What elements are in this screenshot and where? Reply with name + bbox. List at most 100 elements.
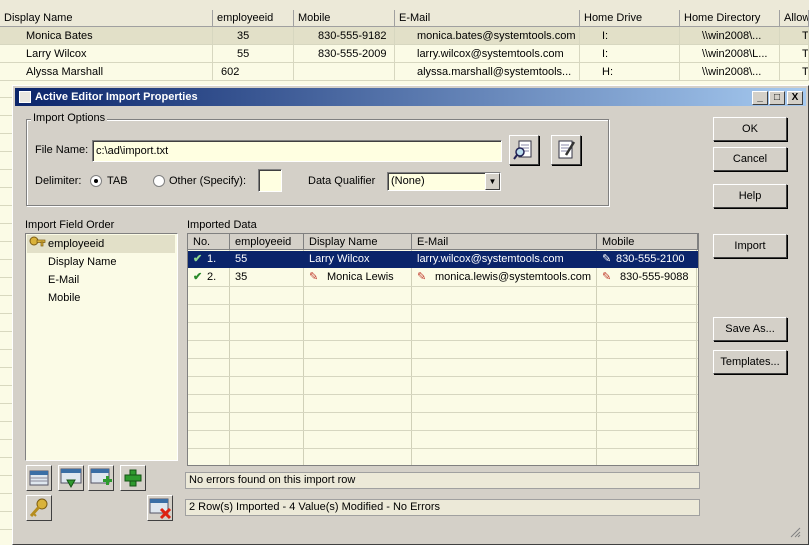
bg-table-row[interactable]: Larry Wilcox 55 830-555-2009 larry.wilco…	[0, 45, 809, 63]
tab-radio[interactable]	[90, 175, 102, 187]
grid-row-line	[188, 448, 698, 449]
edit-file-icon	[558, 140, 576, 159]
bg-col-home-drive[interactable]: Home Drive	[580, 10, 680, 27]
col-header-mobile[interactable]: Mobile	[597, 234, 698, 250]
save-as-button[interactable]: Save As...	[713, 317, 787, 341]
grid-row-line	[188, 412, 698, 413]
grid-row-line	[188, 304, 698, 305]
edit-file-button[interactable]	[551, 135, 581, 165]
bg-cell: H:	[580, 63, 680, 81]
grid-row-line	[188, 322, 698, 323]
grid-insert-icon	[90, 468, 112, 485]
bg-col-mobile[interactable]: Mobile	[294, 10, 395, 27]
maximize-icon[interactable]: □	[769, 91, 785, 105]
insert-field-button[interactable]	[88, 465, 114, 491]
grid-move-down-icon	[60, 468, 82, 489]
pencil-icon: ✎	[417, 271, 427, 283]
bg-cell: larry.wilcox@systemtools.com	[395, 45, 580, 63]
bg-cell: \\win2008\L...	[680, 45, 780, 63]
import-button[interactable]: Import	[713, 234, 787, 258]
bg-cell: Larry Wilcox	[22, 45, 213, 63]
chevron-down-icon[interactable]: ▼	[485, 173, 500, 190]
grid-row-line	[188, 394, 698, 395]
cell-mobile[interactable]: 830-555-2100	[611, 250, 697, 268]
grid-top-icon	[29, 470, 49, 486]
dialog-title: Active Editor Import Properties	[35, 91, 198, 103]
bg-table-row[interactable]: Alyssa Marshall 602 alyssa.marshall@syst…	[0, 63, 809, 81]
bg-col-email[interactable]: E-Mail	[395, 10, 580, 27]
import-properties-dialog: Active Editor Import Properties _ □ X Im…	[12, 85, 809, 545]
col-header-email[interactable]: E-Mail	[412, 234, 597, 250]
field-order-item[interactable]: E-Mail	[48, 271, 79, 289]
bg-table-row[interactable]: Monica Bates 35 830-555-9182 monica.bate…	[0, 27, 809, 45]
other-radio[interactable]	[153, 175, 165, 187]
field-order-item[interactable]: employeeid	[48, 235, 104, 253]
browse-file-button[interactable]	[509, 135, 539, 165]
ok-button[interactable]: OK	[713, 117, 787, 141]
data-qualifier-select[interactable]: (None) ▼	[387, 172, 501, 191]
bg-cell: 55	[213, 45, 294, 63]
grid-row-line	[188, 286, 698, 287]
close-icon[interactable]: X	[787, 91, 803, 105]
file-name-field[interactable]: c:\ad\import.txt	[92, 140, 502, 162]
add-icon	[124, 469, 142, 487]
bg-cell: I:	[580, 27, 680, 45]
cell-display-name[interactable]: Larry Wilcox	[304, 250, 412, 268]
set-key-button[interactable]	[26, 495, 52, 521]
bg-cell: 35	[213, 27, 294, 45]
import-options-title: Import Options	[31, 112, 108, 124]
pencil-icon: ✎	[602, 271, 612, 283]
imported-data-grid[interactable]: No. employeeid Display Name E-Mail Mobil…	[187, 233, 699, 466]
tab-radio-label[interactable]: TAB	[107, 175, 128, 187]
cell-email[interactable]: larry.wilcox@systemtools.com	[412, 250, 597, 268]
delete-icon	[149, 498, 172, 520]
other-radio-label[interactable]: Other (Specify):	[169, 175, 246, 187]
data-qualifier-label: Data Qualifier	[308, 175, 376, 187]
col-header-display-name[interactable]: Display Name	[304, 234, 412, 250]
help-button[interactable]: Help	[713, 184, 787, 208]
cancel-button[interactable]: Cancel	[713, 147, 787, 171]
minimize-icon[interactable]: _	[752, 91, 768, 105]
bg-cell: T	[780, 63, 809, 81]
import-summary-status: 2 Row(s) Imported - 4 Value(s) Modified …	[185, 499, 700, 516]
field-order-item[interactable]: Mobile	[48, 289, 80, 307]
move-top-button[interactable]	[26, 465, 52, 491]
resize-grip-icon[interactable]	[789, 526, 801, 538]
field-order-title: Import Field Order	[25, 219, 115, 231]
background-grid-header: Display Name employeeid Mobile E-Mail Ho…	[0, 0, 809, 27]
row-status-message: No errors found on this import row	[185, 472, 700, 489]
bg-cell: 602	[213, 63, 294, 81]
cell-mobile[interactable]: 830-555-9088	[615, 268, 697, 286]
templates-button[interactable]: Templates...	[713, 350, 787, 374]
key-icon	[29, 236, 46, 247]
bg-col-home-directory[interactable]: Home Directory	[680, 10, 780, 27]
bg-col-allow[interactable]: Allow	[780, 10, 809, 27]
remove-field-button[interactable]	[147, 495, 173, 521]
data-qualifier-value: (None)	[391, 175, 425, 187]
cell-email[interactable]: monica.lewis@systemtools.com	[430, 268, 597, 286]
col-header-no[interactable]: No.	[188, 234, 230, 250]
cell-employeeid[interactable]: 55	[230, 250, 304, 268]
dialog-titlebar[interactable]: Active Editor Import Properties _ □ X	[15, 88, 806, 106]
bg-cell: Alyssa Marshall	[22, 63, 213, 81]
grid-row-line	[188, 340, 698, 341]
bg-cell: 830-555-9182	[294, 27, 395, 45]
grid-row-line	[188, 376, 698, 377]
imported-data-title: Imported Data	[187, 219, 257, 231]
cell-display-name[interactable]: Monica Lewis	[322, 268, 412, 286]
browse-file-icon	[513, 140, 532, 160]
bg-col-display-name[interactable]: Display Name	[0, 10, 213, 27]
other-delimiter-field[interactable]	[258, 169, 282, 192]
add-field-button[interactable]	[120, 465, 146, 491]
pencil-icon: ✎	[309, 271, 319, 283]
bg-col-employeeid[interactable]: employeeid	[213, 10, 294, 27]
grid-row-line	[188, 358, 698, 359]
field-order-item[interactable]: Display Name	[48, 253, 116, 271]
bg-cell: T	[780, 45, 809, 63]
cell-employeeid[interactable]: 35	[230, 268, 304, 286]
bg-cell: \\win2008\...	[680, 27, 780, 45]
col-header-employeeid[interactable]: employeeid	[230, 234, 304, 250]
field-order-list[interactable]: employeeid Display Name E-Mail Mobile	[25, 233, 178, 461]
move-down-button[interactable]	[58, 465, 84, 491]
bg-cell: alyssa.marshall@systemtools...	[395, 63, 580, 81]
